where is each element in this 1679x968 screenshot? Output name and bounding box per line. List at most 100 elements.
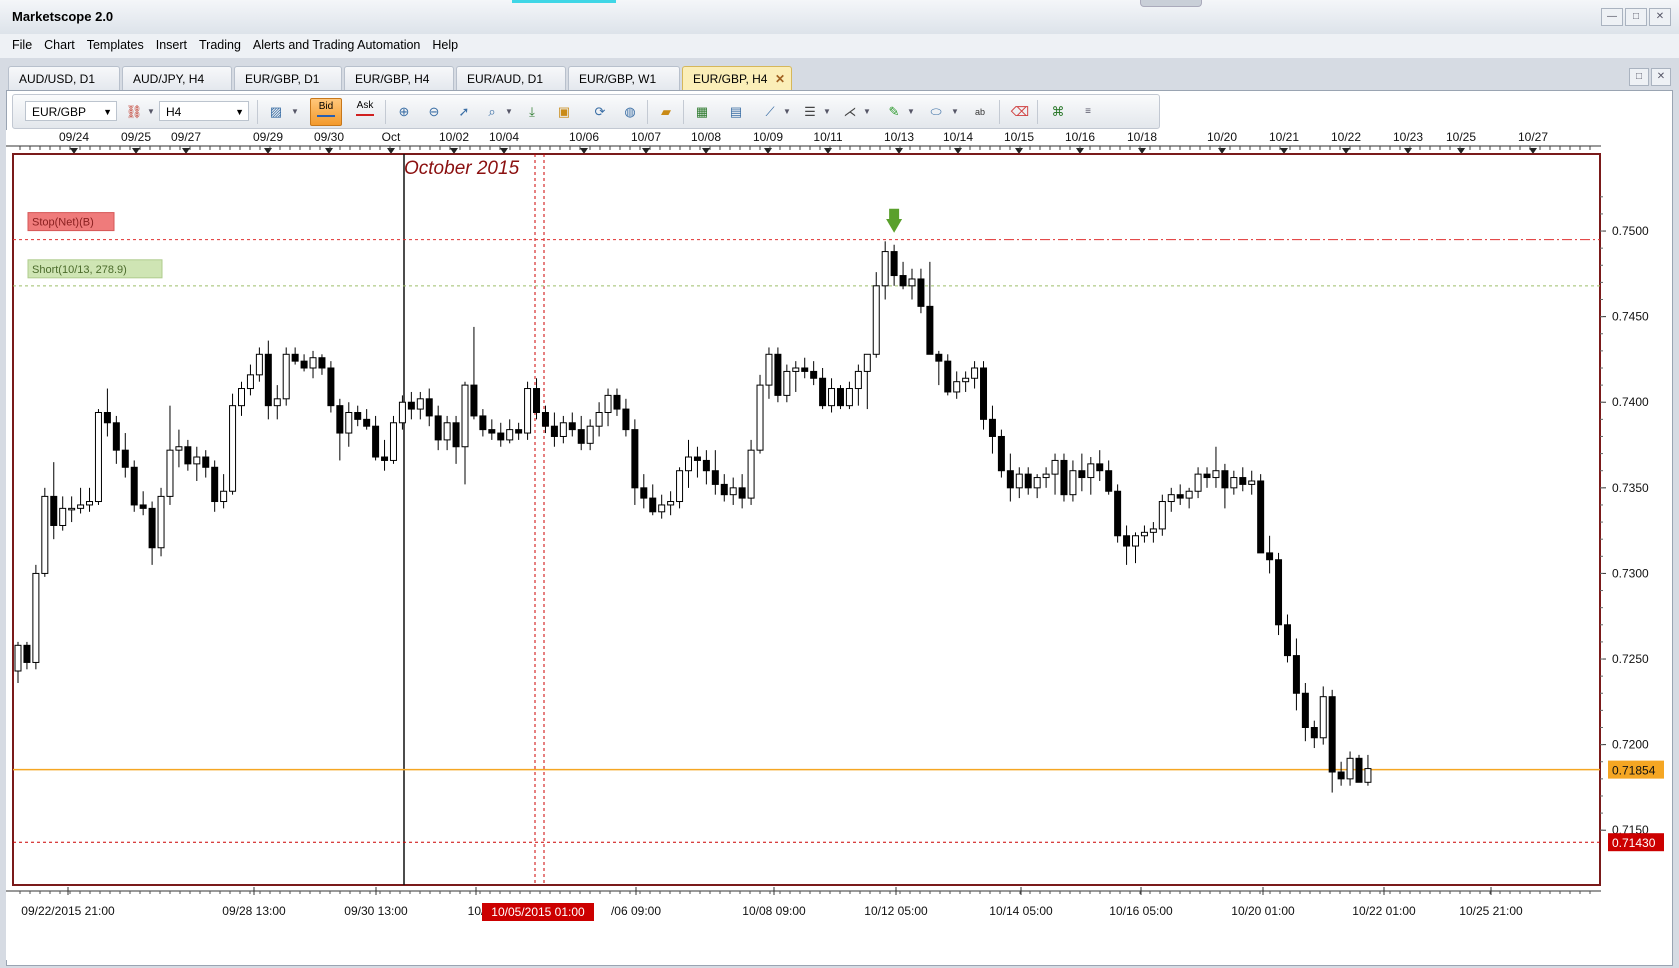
ellipse-icon[interactable]: ⬭ bbox=[925, 101, 947, 123]
candle-body bbox=[1060, 459, 1068, 496]
symbol-select[interactable]: EUR/GBP ▼ bbox=[25, 101, 117, 121]
globe-icon[interactable]: ◍ bbox=[619, 101, 641, 123]
text-icon[interactable]: ab bbox=[969, 101, 991, 123]
candle-body bbox=[559, 422, 567, 437]
timeframe-select[interactable]: H4 ▼ bbox=[159, 101, 249, 121]
candle-body bbox=[23, 644, 31, 663]
top-date-label: 10/04 bbox=[489, 130, 519, 144]
candle-body bbox=[676, 470, 684, 503]
chevron-down-icon[interactable]: ▼ bbox=[907, 107, 915, 116]
menu-templates[interactable]: Templates bbox=[81, 34, 150, 56]
candle-body bbox=[774, 353, 782, 396]
candle-body bbox=[971, 367, 979, 379]
scroll-end-icon[interactable]: ⤓ bbox=[521, 101, 543, 123]
candle-body bbox=[935, 353, 943, 362]
candle-body bbox=[229, 405, 237, 492]
menu-trading[interactable]: Trading bbox=[193, 34, 247, 56]
bid-button[interactable]: Bid bbox=[310, 98, 342, 126]
bottom-time-label: 10/08 09:00 bbox=[742, 904, 806, 918]
fan-icon[interactable]: ⋌ bbox=[839, 101, 861, 123]
indicator-icon[interactable]: ▨ bbox=[265, 101, 287, 123]
template-icon[interactable]: ▤ bbox=[725, 101, 747, 123]
menu-help[interactable]: Help bbox=[426, 34, 464, 56]
candle-body bbox=[175, 446, 183, 451]
menu-file[interactable]: File bbox=[6, 34, 38, 56]
candle-body bbox=[1239, 477, 1247, 485]
candle-body bbox=[1042, 473, 1050, 479]
bid-underline bbox=[317, 115, 335, 117]
candle-body bbox=[1266, 552, 1274, 561]
line-tool-icon[interactable]: ⟋ bbox=[759, 101, 781, 123]
candle-body bbox=[470, 384, 478, 417]
top-date-label: 10/20 bbox=[1207, 130, 1237, 144]
candle-body bbox=[121, 449, 129, 468]
candle-body bbox=[720, 483, 728, 496]
candle-body bbox=[434, 415, 442, 441]
eraser-icon[interactable]: ⌫ bbox=[1009, 101, 1031, 123]
maximize-button[interactable]: □ bbox=[1625, 8, 1647, 26]
tab-close-icon[interactable]: ✕ bbox=[775, 67, 785, 91]
chevron-down-icon[interactable]: ▼ bbox=[863, 107, 871, 116]
app-title: Marketscope 2.0 bbox=[12, 9, 114, 24]
sync-icon[interactable]: ⟳ bbox=[589, 101, 611, 123]
tray-handle[interactable] bbox=[1140, 0, 1202, 7]
tab-eurgbp-w1[interactable]: EUR/GBP, W1 bbox=[568, 66, 680, 90]
candle-body bbox=[524, 388, 532, 434]
chevron-down-icon[interactable]: ▼ bbox=[783, 107, 791, 116]
candle-body bbox=[41, 495, 49, 574]
ask-button[interactable]: Ask bbox=[350, 98, 380, 126]
candle-body bbox=[389, 422, 397, 461]
top-date-label: 09/27 bbox=[171, 130, 201, 144]
candle-body bbox=[318, 357, 326, 369]
chevron-down-icon: ▼ bbox=[103, 107, 112, 117]
zoom-out-icon[interactable]: ⊖ bbox=[423, 101, 445, 123]
menu-chart[interactable]: Chart bbox=[38, 34, 81, 56]
menu-alerts[interactable]: Alerts and Trading Automation bbox=[247, 34, 426, 56]
tab-eurgbp-h4-active[interactable]: EUR/GBP, H4 ✕ bbox=[682, 66, 792, 90]
screenshot-icon[interactable]: ▣ bbox=[553, 101, 575, 123]
candle-body bbox=[354, 412, 362, 420]
candle-body bbox=[1078, 470, 1086, 479]
candle-body bbox=[649, 497, 657, 513]
tab-audusd-d1[interactable]: AUD/USD, D1 bbox=[8, 66, 120, 90]
candle-body bbox=[77, 504, 85, 509]
menu-insert[interactable]: Insert bbox=[150, 34, 193, 56]
tree-icon[interactable]: ⌘ bbox=[1047, 101, 1069, 123]
zoom-in-icon[interactable]: ⊕ bbox=[393, 101, 415, 123]
restore-chart-button[interactable]: □ bbox=[1629, 68, 1649, 86]
toolbar-divider bbox=[1037, 100, 1038, 124]
chevron-down-icon[interactable]: ▼ bbox=[505, 107, 513, 116]
candle-body bbox=[372, 425, 380, 458]
candle-body bbox=[407, 401, 415, 410]
tab-eurgbp-h4[interactable]: EUR/GBP, H4 bbox=[344, 66, 454, 90]
candle-body bbox=[845, 388, 853, 407]
candle-body bbox=[1337, 771, 1345, 780]
zoom-icon[interactable]: ⌕ bbox=[481, 101, 503, 123]
tab-euraud-d1[interactable]: EUR/AUD, D1 bbox=[456, 66, 566, 90]
candle-body bbox=[541, 412, 549, 427]
candle-body bbox=[1257, 480, 1265, 554]
price-chart[interactable]: 09/24 09/25 09/27 09/29 09/30 Oct 10/02 10/04 10… bbox=[6, 130, 1671, 960]
candle-body bbox=[1328, 696, 1336, 773]
candle-body bbox=[1319, 696, 1327, 739]
chevron-down-icon[interactable]: ▼ bbox=[147, 107, 155, 116]
image-icon[interactable]: ▦ bbox=[691, 101, 713, 123]
candle-body bbox=[381, 456, 389, 461]
bid-label: Bid bbox=[318, 101, 334, 112]
candle-body bbox=[336, 405, 344, 434]
chevron-down-icon[interactable]: ▼ bbox=[951, 107, 959, 116]
more-icon[interactable]: ≡ bbox=[1077, 101, 1099, 123]
pencil-icon[interactable]: ✎ bbox=[883, 101, 905, 123]
chevron-down-icon[interactable]: ▼ bbox=[291, 107, 299, 116]
tab-audjpy-h4[interactable]: AUD/JPY, H4 bbox=[122, 66, 232, 90]
link-icon[interactable]: ⛓ bbox=[123, 101, 145, 123]
ruler-icon[interactable]: ▰ bbox=[655, 101, 677, 123]
close-chart-button[interactable]: ✕ bbox=[1651, 68, 1671, 86]
candle-body bbox=[273, 398, 281, 407]
tab-eurgbp-d1[interactable]: EUR/GBP, D1 bbox=[234, 66, 342, 90]
cursor-icon[interactable]: ➚ bbox=[453, 101, 475, 123]
minimize-button[interactable]: — bbox=[1601, 8, 1623, 26]
levels-icon[interactable]: ☰ bbox=[799, 101, 821, 123]
close-button[interactable]: ✕ bbox=[1649, 8, 1671, 26]
chevron-down-icon[interactable]: ▼ bbox=[823, 107, 831, 116]
